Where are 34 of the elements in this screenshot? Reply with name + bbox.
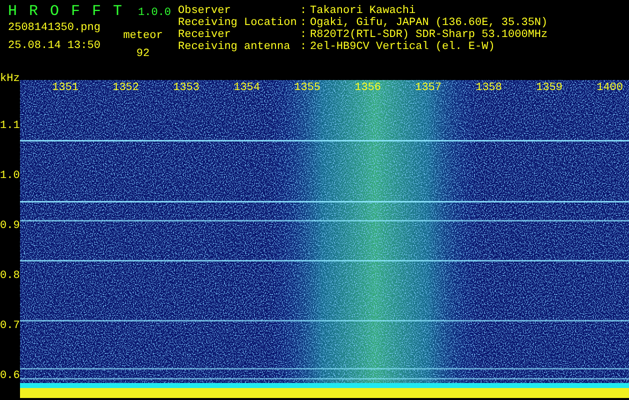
info-label: Receiving Location	[178, 17, 298, 29]
x-tick-label: 1356	[354, 82, 382, 94]
app-name: HROFFT	[8, 3, 134, 20]
info-label: Receiving antenna	[178, 41, 292, 53]
info-value: Takanori Kawachi	[310, 5, 417, 17]
info-label: Observer	[178, 5, 232, 17]
x-tick-label: 1359	[535, 82, 564, 94]
info-label: Receiver	[178, 29, 232, 41]
info-separator: :	[300, 41, 308, 53]
info-separator: :	[300, 29, 308, 41]
axis-unit: kHz	[0, 73, 20, 85]
info-value: R820T2(RTL-SDR) SDR-Sharp 53.1000MHz	[310, 29, 548, 41]
app-version: 1.0.0	[138, 7, 172, 19]
y-tick-label: 0.7	[0, 320, 20, 332]
x-tick-label: 1351	[51, 82, 80, 94]
count-label: meteor	[122, 29, 164, 40]
date-time: 25.08.14 13:50	[8, 40, 102, 54]
y-tick-label: 1.1	[0, 120, 20, 132]
y-tick-label: 1.0	[0, 170, 20, 182]
x-tick-label: 1357	[414, 82, 442, 94]
y-tick-label: 0.6	[0, 370, 20, 382]
y-tick-label: 0.8	[0, 270, 20, 282]
file-name: 2508141350.png	[8, 22, 102, 36]
x-tick-label: 1353	[172, 82, 200, 94]
x-tick-label: 1400	[596, 82, 624, 94]
y-tick-label: 0.9	[0, 220, 20, 232]
info-separator: :	[300, 17, 308, 29]
info-value: Ogaki, Gifu, JAPAN (136.60E, 35.35N)	[310, 17, 548, 29]
info-value: 2el-HB9CV Vertical (el. E-W)	[310, 41, 496, 53]
x-tick-label: 1354	[232, 82, 261, 94]
x-tick-label: 1355	[293, 82, 322, 94]
info-separator: :	[300, 5, 308, 17]
meteor-count: 92	[135, 47, 151, 58]
x-tick-label: 1358	[474, 82, 503, 94]
